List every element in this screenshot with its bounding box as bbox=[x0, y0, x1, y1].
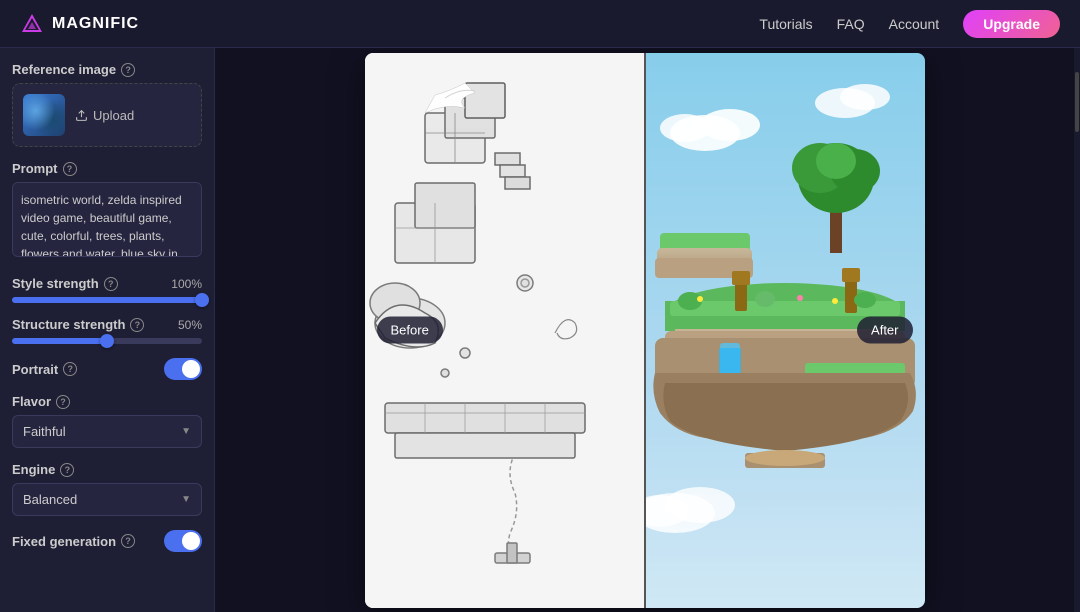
structure-strength-label: Structure strength ? bbox=[12, 317, 144, 332]
faq-link[interactable]: FAQ bbox=[837, 16, 865, 32]
flavor-section: Flavor ? Faithful ▼ bbox=[12, 394, 202, 448]
reference-image-section: Reference image ? Upload bbox=[12, 62, 202, 147]
style-strength-section: Style strength ? 100% bbox=[12, 276, 202, 303]
split-divider bbox=[644, 53, 646, 608]
canvas-area: Before After bbox=[215, 48, 1074, 612]
fixed-gen-label: Fixed generation ? bbox=[12, 534, 135, 549]
fixed-gen-toggle[interactable] bbox=[164, 530, 202, 552]
structure-strength-section: Structure strength ? 50% bbox=[12, 317, 202, 344]
ref-thumb-inner bbox=[23, 94, 65, 136]
ref-thumbnail bbox=[23, 94, 65, 136]
fixed-gen-help-icon[interactable]: ? bbox=[121, 534, 135, 548]
upload-icon bbox=[75, 109, 88, 122]
engine-section: Engine ? Balanced ▼ bbox=[12, 462, 202, 516]
portrait-toggle[interactable] bbox=[164, 358, 202, 380]
fixed-gen-toggle-knob bbox=[182, 532, 200, 550]
split-image bbox=[365, 53, 925, 608]
flavor-dropdown[interactable]: Faithful ▼ bbox=[12, 415, 202, 448]
ref-image-label: Reference image ? bbox=[12, 62, 202, 77]
prompt-help-icon[interactable]: ? bbox=[63, 162, 77, 176]
scrollbar-thumb bbox=[1075, 72, 1079, 132]
engine-label: Engine ? bbox=[12, 462, 202, 477]
style-strength-value: 100% bbox=[171, 277, 202, 291]
prompt-section: Prompt ? isometric world, zelda inspired… bbox=[12, 161, 202, 262]
topnav: MAGNIFIC Tutorials FAQ Account Upgrade bbox=[0, 0, 1080, 48]
flavor-label: Flavor ? bbox=[12, 394, 202, 409]
style-strength-label: Style strength ? bbox=[12, 276, 118, 291]
flavor-help-icon[interactable]: ? bbox=[56, 395, 70, 409]
ref-image-help-icon[interactable]: ? bbox=[121, 63, 135, 77]
prompt-textarea[interactable]: isometric world, zelda inspired video ga… bbox=[12, 182, 202, 257]
ref-image-upload-box[interactable]: Upload bbox=[12, 83, 202, 147]
structure-strength-track[interactable] bbox=[12, 338, 202, 344]
structure-strength-help-icon[interactable]: ? bbox=[130, 318, 144, 332]
portrait-label: Portrait ? bbox=[12, 362, 77, 377]
upgrade-button[interactable]: Upgrade bbox=[963, 10, 1060, 38]
sidebar: Reference image ? Upload bbox=[0, 48, 215, 612]
account-link[interactable]: Account bbox=[889, 16, 940, 32]
engine-dropdown-arrow: ▼ bbox=[181, 494, 191, 505]
before-after-container: Before After bbox=[365, 53, 925, 608]
style-strength-thumb[interactable] bbox=[195, 293, 209, 307]
tutorials-link[interactable]: Tutorials bbox=[759, 16, 812, 32]
prompt-label: Prompt ? bbox=[12, 161, 202, 176]
style-strength-help-icon[interactable]: ? bbox=[104, 277, 118, 291]
structure-strength-thumb[interactable] bbox=[100, 334, 114, 348]
right-scrollbar[interactable] bbox=[1074, 48, 1080, 612]
upload-label[interactable]: Upload bbox=[75, 108, 134, 123]
structure-strength-value: 50% bbox=[178, 318, 202, 332]
after-label[interactable]: After bbox=[857, 317, 912, 344]
structure-strength-fill bbox=[12, 338, 107, 344]
logo: MAGNIFIC bbox=[20, 12, 139, 36]
logo-text: MAGNIFIC bbox=[52, 15, 139, 33]
flavor-dropdown-arrow: ▼ bbox=[181, 426, 191, 437]
before-label[interactable]: Before bbox=[377, 317, 443, 344]
main-layout: Reference image ? Upload bbox=[0, 48, 1080, 612]
style-strength-fill bbox=[12, 297, 202, 303]
nav-right: Tutorials FAQ Account Upgrade bbox=[759, 10, 1060, 38]
portrait-help-icon[interactable]: ? bbox=[63, 362, 77, 376]
portrait-section: Portrait ? bbox=[12, 358, 202, 380]
logo-icon bbox=[20, 12, 44, 36]
structure-strength-header: Structure strength ? 50% bbox=[12, 317, 202, 332]
portrait-toggle-knob bbox=[182, 360, 200, 378]
fixed-gen-section: Fixed generation ? bbox=[12, 530, 202, 552]
engine-dropdown[interactable]: Balanced ▼ bbox=[12, 483, 202, 516]
style-strength-track[interactable] bbox=[12, 297, 202, 303]
engine-help-icon[interactable]: ? bbox=[60, 463, 74, 477]
style-strength-header: Style strength ? 100% bbox=[12, 276, 202, 291]
